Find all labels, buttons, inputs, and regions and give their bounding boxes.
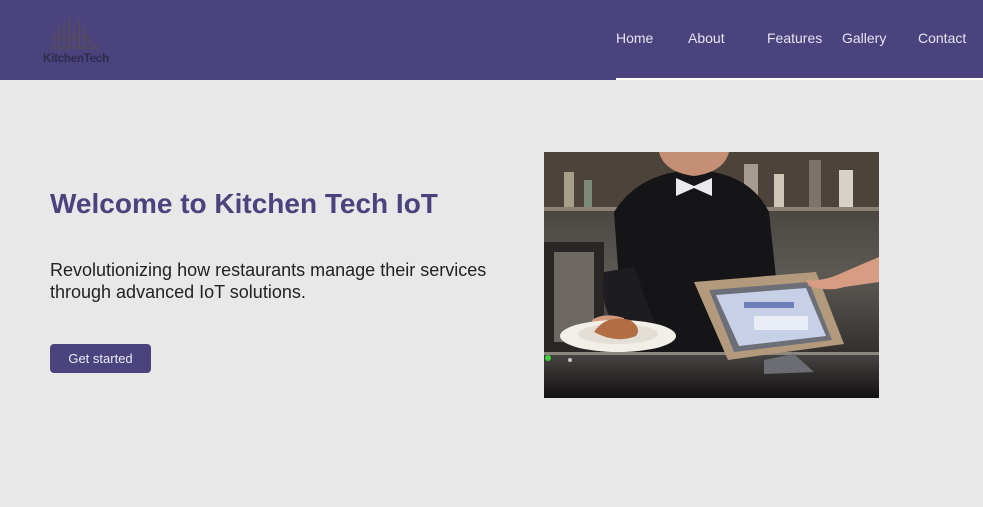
- nav-link-features[interactable]: Features: [767, 30, 822, 46]
- nav-link-gallery[interactable]: Gallery: [842, 30, 886, 46]
- nav-active-underline: [616, 78, 983, 80]
- nav-link-home[interactable]: Home: [616, 30, 653, 46]
- get-started-button[interactable]: Get started: [50, 344, 151, 373]
- kitchen-skyline-icon: [50, 18, 99, 49]
- hero-title: Welcome to Kitchen Tech IoT: [50, 188, 438, 219]
- hero-image: [544, 152, 879, 398]
- nav-link-contact[interactable]: Contact: [918, 30, 966, 46]
- hero-description: Revolutionizing how restaurants manage t…: [50, 260, 487, 302]
- brand-logo[interactable]: KitchenTech: [40, 14, 116, 70]
- nav-link-about[interactable]: About: [688, 30, 725, 46]
- waiter-pos-photo: [544, 152, 879, 398]
- brand-name: KitchenTech: [43, 53, 109, 65]
- navbar: KitchenTech Home About Features Gallery …: [0, 0, 983, 80]
